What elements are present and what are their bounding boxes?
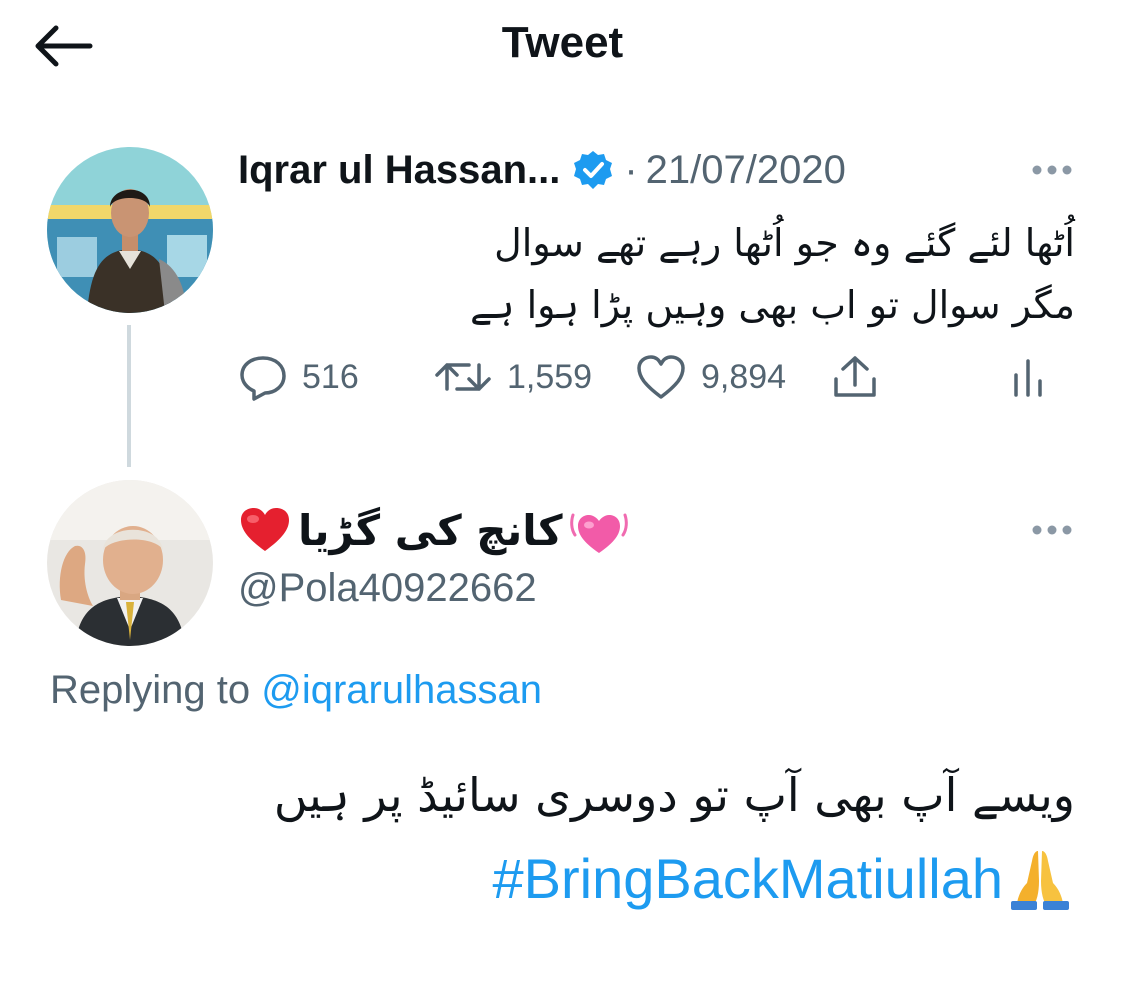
page-title: Tweet xyxy=(501,18,624,67)
reply-author-avatar[interactable] xyxy=(47,480,213,646)
replying-to: Replying to @iqrarulhassan xyxy=(50,668,542,713)
tweet-text-line: اُٹھا لئے گئے وہ جو اُٹھا رہے تھے سوال xyxy=(494,221,1075,265)
more-icon xyxy=(1032,165,1072,175)
more-icon xyxy=(1032,525,1072,535)
author-avatar[interactable] xyxy=(47,147,213,313)
share-button[interactable] xyxy=(830,352,880,402)
analytics-button[interactable] xyxy=(1008,352,1048,402)
reply-button[interactable]: 516 xyxy=(238,352,359,402)
verified-badge-icon xyxy=(572,149,614,191)
more-options-button[interactable] xyxy=(1030,523,1074,537)
tweet-actions: 516 1,559 9,894 xyxy=(238,352,1078,402)
tweet-text: اُٹھا لئے گئے وہ جو اُٹھا رہے تھے سوال م… xyxy=(300,212,1075,336)
reply-hashtag-line: #BringBackMatiullah xyxy=(40,838,1075,918)
reply-display-name[interactable]: کانچ کی گڑیا xyxy=(238,498,629,562)
like-button[interactable]: 9,894 xyxy=(635,352,786,402)
author-name[interactable]: Iqrar ul Hassan... xyxy=(238,148,560,193)
stats-icon xyxy=(1014,359,1042,397)
tweet-date[interactable]: 21/07/2020 xyxy=(646,148,846,193)
replying-prefix: Replying to xyxy=(50,668,251,712)
retweet-icon xyxy=(435,363,491,391)
hashtag-link[interactable]: #BringBackMatiullah xyxy=(493,846,1003,911)
heart-pulse-emoji xyxy=(569,513,628,553)
folded-hands-emoji xyxy=(1005,843,1075,913)
share-icon xyxy=(834,356,876,397)
heart-emoji xyxy=(241,508,289,551)
more-options-button[interactable] xyxy=(1030,163,1074,177)
separator-dot: · xyxy=(624,147,638,192)
retweet-button[interactable]: 1,559 xyxy=(433,352,592,402)
heart-icon xyxy=(637,355,685,399)
like-count: 9,894 xyxy=(701,357,787,396)
reply-count: 516 xyxy=(302,357,359,396)
replying-mention-link[interactable]: @iqrarulhassan xyxy=(261,668,542,712)
reply-handle[interactable]: @Pola40922662 xyxy=(238,566,537,611)
tweet-text-line: مگر سوال تو اب بھی وہیں پڑا ہوا ہے xyxy=(470,283,1075,327)
reply-icon xyxy=(240,356,286,401)
thread-line xyxy=(127,325,131,467)
tweet-header: Iqrar ul Hassan... · 21/07/2020 xyxy=(238,142,846,198)
reply-text: ویسے آپ بھی آپ تو دوسری سائیڈ پر ہیں xyxy=(273,768,1075,822)
reply-name-text: کانچ کی گڑیا xyxy=(298,505,563,555)
retweet-count: 1,559 xyxy=(507,357,593,396)
